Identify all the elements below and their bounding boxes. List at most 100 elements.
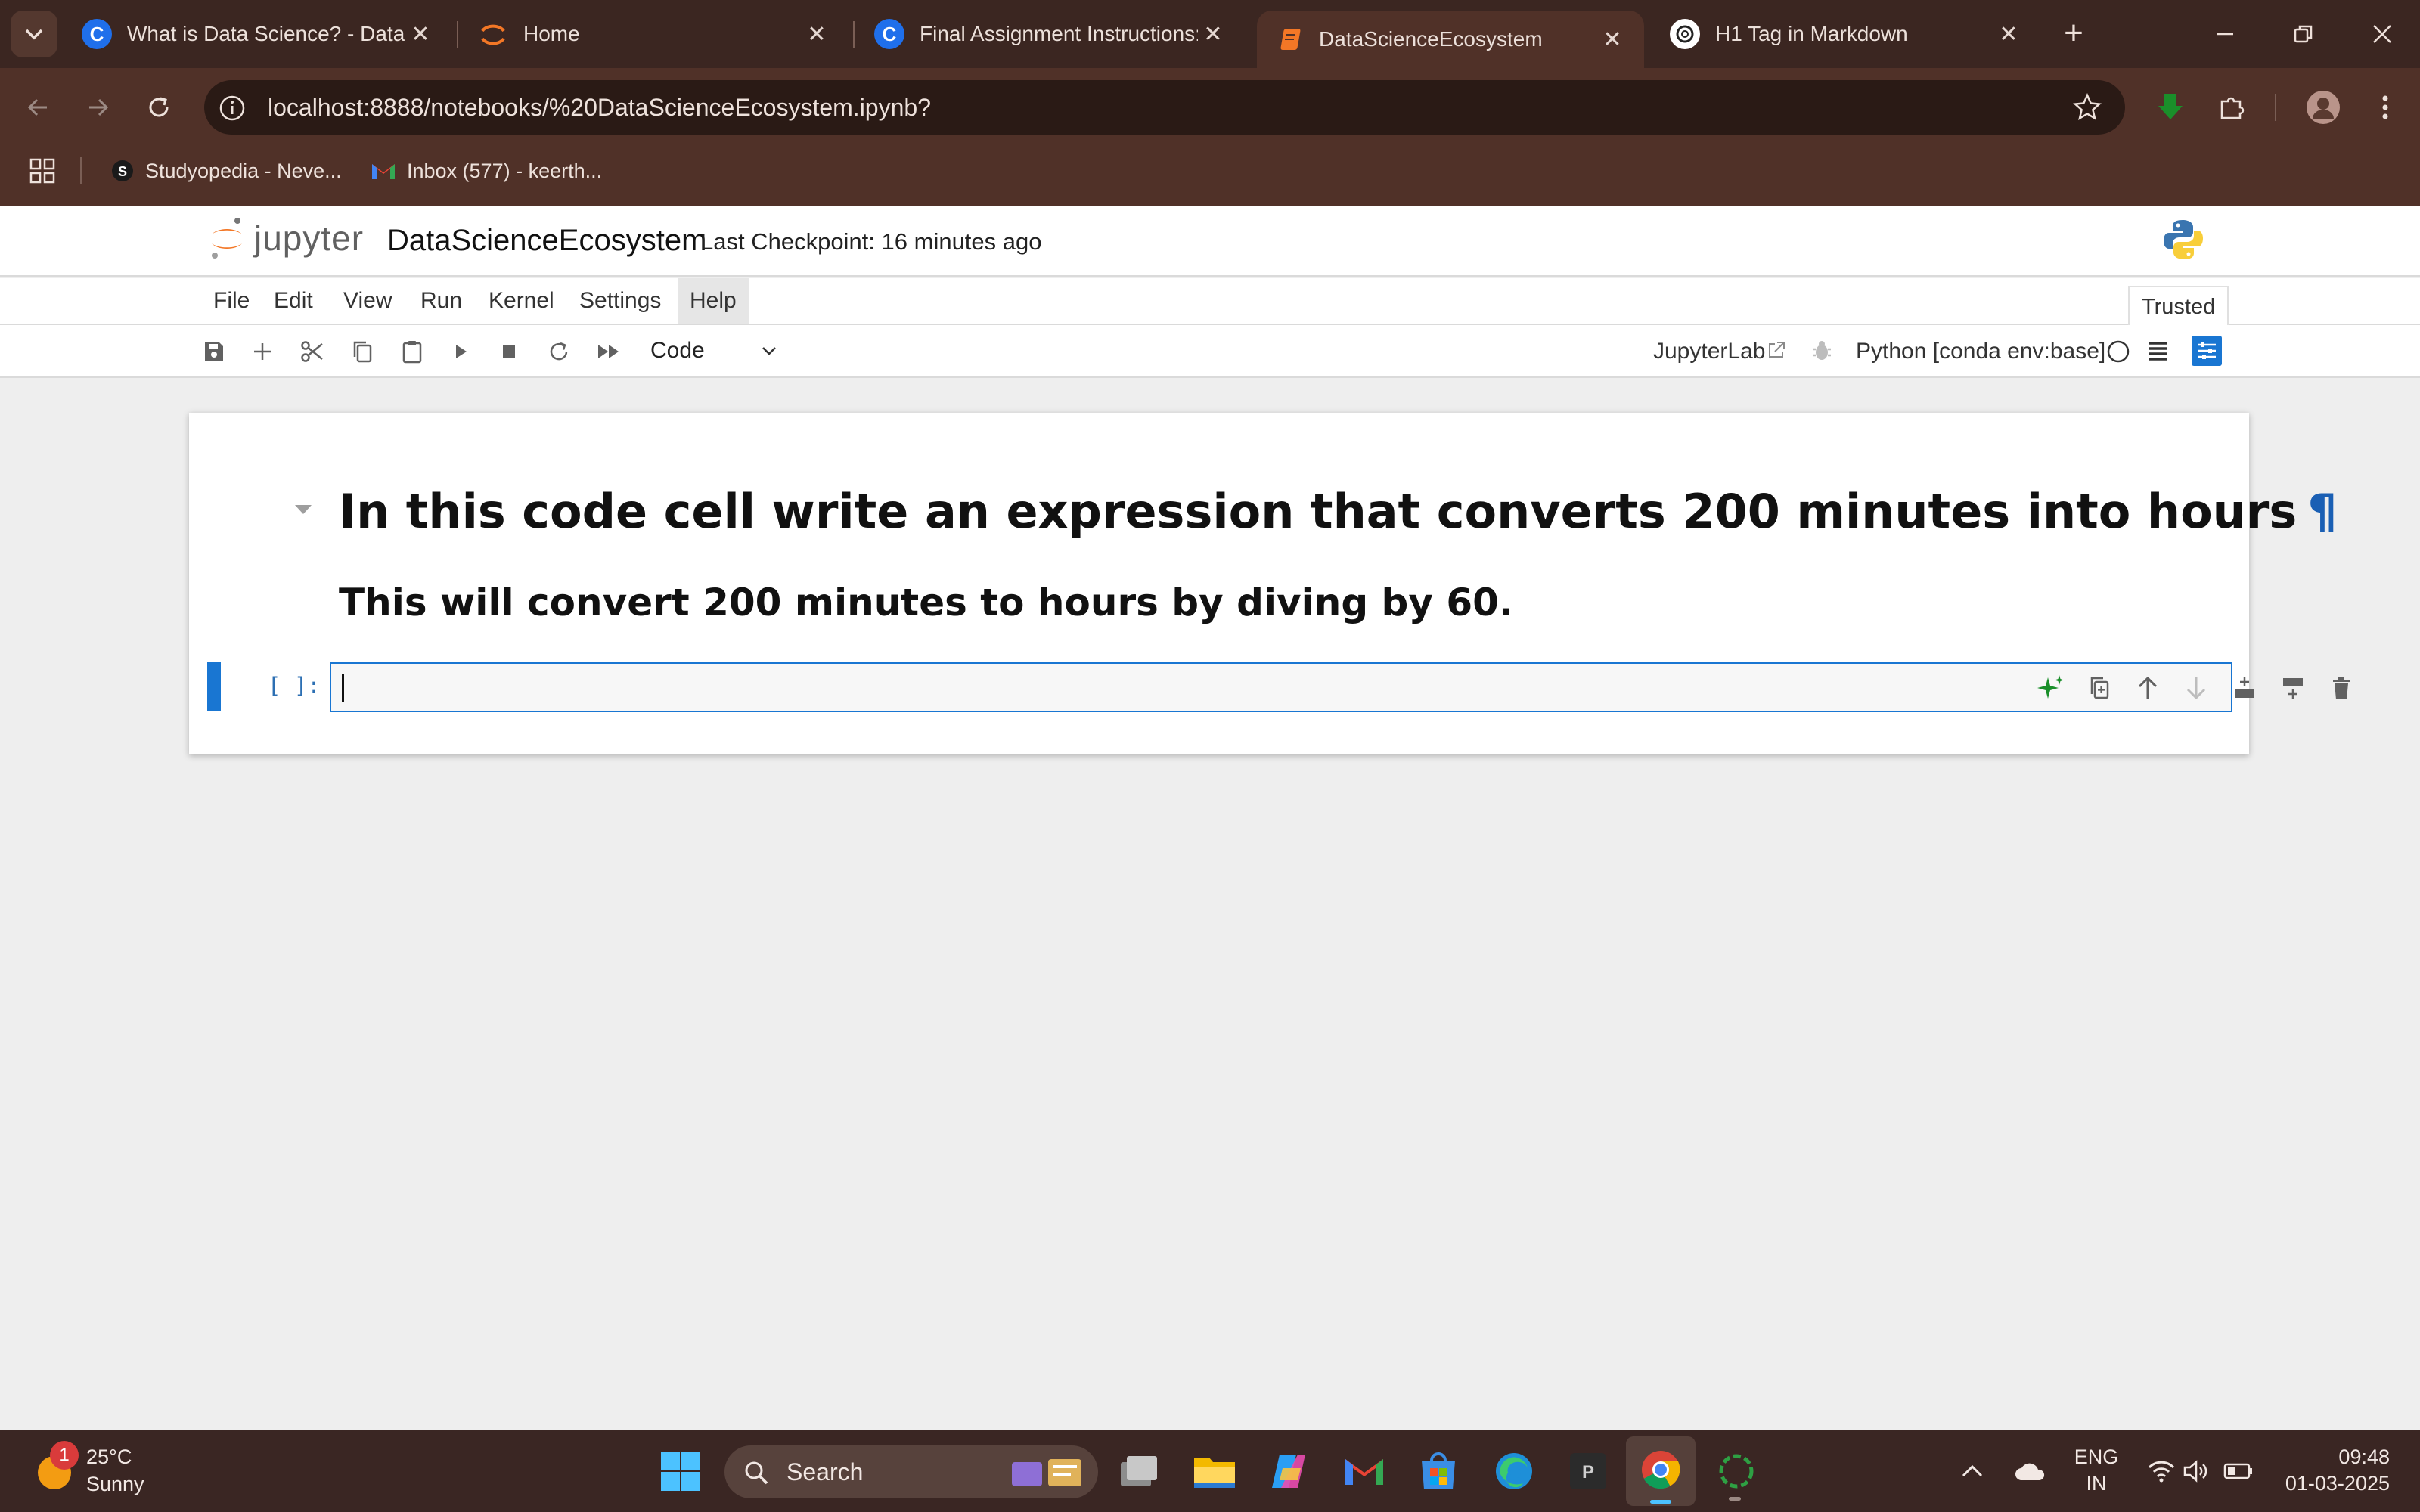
bookmark-gmail-inbox[interactable]: Inbox (577) - keerth...	[371, 147, 602, 195]
restore-window-button[interactable]	[2266, 0, 2341, 68]
tab-close-icon[interactable]: ✕	[1597, 26, 1627, 53]
jupyterlab-link[interactable]: JupyterLab	[1653, 325, 1765, 378]
edge-button[interactable]	[1490, 1447, 1538, 1495]
show-hidden-icons-button[interactable]	[1948, 1447, 1996, 1495]
task-view-button[interactable]	[1115, 1447, 1163, 1495]
forward-button[interactable]	[76, 85, 121, 130]
close-window-button[interactable]	[2344, 0, 2420, 68]
extensions-button[interactable]	[2210, 85, 2255, 130]
jupyter-app-button[interactable]	[1712, 1447, 1761, 1501]
list-icon[interactable]	[2146, 339, 2170, 363]
browser-tab-4-active[interactable]: DataScienceEcosystem ✕	[1257, 11, 1644, 68]
notebook-name[interactable]: DataScienceEcosystem	[387, 224, 706, 258]
folder-icon	[1194, 1458, 1235, 1488]
tab-close-icon[interactable]: ✕	[405, 21, 436, 48]
copy-button[interactable]	[345, 334, 380, 369]
pycharm-app-button[interactable]: P	[1564, 1447, 1612, 1495]
copilot-button[interactable]	[1264, 1447, 1313, 1495]
tab-title: What is Data Science? - Data li	[127, 22, 405, 45]
browser-tab-5[interactable]: H1 Tag in Markdown ✕	[1653, 11, 2040, 57]
heading-anchor-link[interactable]: ¶	[2307, 484, 2337, 539]
jupyter-ring-icon	[478, 19, 508, 49]
save-button[interactable]	[197, 334, 231, 369]
chrome-button-active[interactable]	[1626, 1436, 1696, 1506]
interrupt-kernel-button[interactable]	[492, 334, 526, 369]
browser-tab-3[interactable]: C Final Assignment Instructions: ✕	[858, 11, 1245, 57]
onedrive-button[interactable]	[2006, 1447, 2054, 1495]
tab-close-icon[interactable]: ✕	[802, 21, 832, 48]
coursera-c-icon: C	[874, 19, 904, 49]
windows-logo-icon	[661, 1452, 700, 1491]
chevron-down-icon	[762, 347, 776, 355]
menu-kernel[interactable]: Kernel	[476, 278, 566, 324]
apps-grid-icon	[29, 158, 55, 184]
jupyter-menu-bar: File Edit View Run Kernel Settings Help …	[0, 278, 2420, 325]
insert-cell-above-button[interactable]	[2228, 671, 2261, 705]
active-cell-indicator[interactable]	[207, 662, 221, 711]
notebook-toolbar: Code JupyterLab Python [conda env:base]	[0, 325, 2420, 378]
duplicate-cell-button[interactable]	[2083, 671, 2116, 705]
menu-help[interactable]: Help	[678, 278, 749, 324]
volume-button[interactable]	[2172, 1447, 2220, 1495]
run-cell-button[interactable]	[443, 334, 478, 369]
debugger-bug-icon[interactable]	[1810, 339, 1833, 363]
cell-type-dropdown[interactable]: Code	[637, 331, 788, 370]
restart-kernel-button[interactable]	[541, 334, 576, 369]
kernel-name[interactable]: Python [conda env:base]	[1856, 325, 2105, 378]
microsoft-store-button[interactable]	[1414, 1447, 1463, 1495]
move-cell-down-button[interactable]	[2180, 671, 2213, 705]
tab-title: Final Assignment Instructions:	[920, 22, 1198, 45]
input-language-indicator[interactable]: ENG IN	[2066, 1445, 2127, 1495]
insert-cell-below-button[interactable]	[2276, 671, 2310, 705]
tab-search-button[interactable]	[11, 11, 57, 57]
jupyter-logo[interactable]: jupyter	[209, 216, 364, 260]
browser-tab-2[interactable]: Home ✕	[461, 11, 849, 57]
minimize-window-button[interactable]	[2187, 0, 2263, 68]
tab-close-icon[interactable]: ✕	[1993, 21, 2024, 48]
bookmark-star-icon[interactable]	[2072, 92, 2102, 122]
battery-button[interactable]	[2214, 1447, 2263, 1495]
close-icon	[2373, 25, 2391, 43]
notebook-panel: In this code cell write an expression th…	[189, 413, 2350, 754]
restart-run-all-button[interactable]	[591, 334, 626, 369]
browser-menu-button[interactable]	[2363, 85, 2408, 130]
back-button[interactable]	[15, 85, 60, 130]
start-button[interactable]	[656, 1447, 705, 1495]
address-bar[interactable]: localhost:8888/notebooks/%20DataScienceE…	[204, 80, 2125, 135]
code-cell-editor[interactable]	[330, 662, 2350, 712]
new-tab-button[interactable]: +	[2051, 11, 2096, 56]
apps-button[interactable]	[29, 147, 56, 195]
menu-edit[interactable]: Edit	[262, 278, 325, 324]
reload-button[interactable]	[136, 85, 182, 130]
menu-settings[interactable]: Settings	[567, 278, 673, 324]
clock-time: 09:48	[2338, 1445, 2390, 1468]
cut-button[interactable]	[295, 334, 330, 369]
move-cell-up-button[interactable]	[2131, 671, 2164, 705]
paste-button[interactable]	[395, 334, 430, 369]
taskbar-search-box[interactable]: Search	[724, 1445, 1098, 1498]
menu-file[interactable]: File	[201, 278, 262, 324]
site-info-icon[interactable]	[218, 94, 247, 122]
bookmark-studyopedia[interactable]: S Studyopedia - Neve...	[110, 147, 342, 195]
delete-cell-button[interactable]	[2325, 671, 2358, 705]
clipboard-icon	[402, 341, 422, 364]
profile-button[interactable]	[2301, 85, 2346, 130]
gmail-app-button[interactable]	[1340, 1447, 1388, 1495]
active-app-indicator	[1650, 1500, 1671, 1504]
external-link-icon	[1769, 342, 1785, 358]
menu-run[interactable]: Run	[408, 278, 474, 324]
browser-tab-1[interactable]: C What is Data Science? - Data li ✕	[65, 11, 452, 57]
trusted-indicator[interactable]: Trusted	[2128, 286, 2229, 325]
tab-close-icon[interactable]: ✕	[1198, 21, 1228, 48]
restore-icon	[2294, 25, 2313, 43]
ai-assist-button[interactable]	[2034, 671, 2068, 705]
menu-view[interactable]: View	[331, 278, 404, 324]
loading-ring-icon	[1719, 1454, 1754, 1489]
heading-collapse-toggle[interactable]	[293, 503, 313, 516]
property-inspector-button[interactable]	[2192, 336, 2222, 366]
insert-cell-button[interactable]	[245, 334, 280, 369]
download-extension-button[interactable]	[2148, 85, 2193, 130]
clock[interactable]: 09:48 01-03-2025	[2272, 1445, 2390, 1495]
avatar	[2307, 91, 2340, 124]
file-explorer-button[interactable]	[1190, 1447, 1239, 1495]
